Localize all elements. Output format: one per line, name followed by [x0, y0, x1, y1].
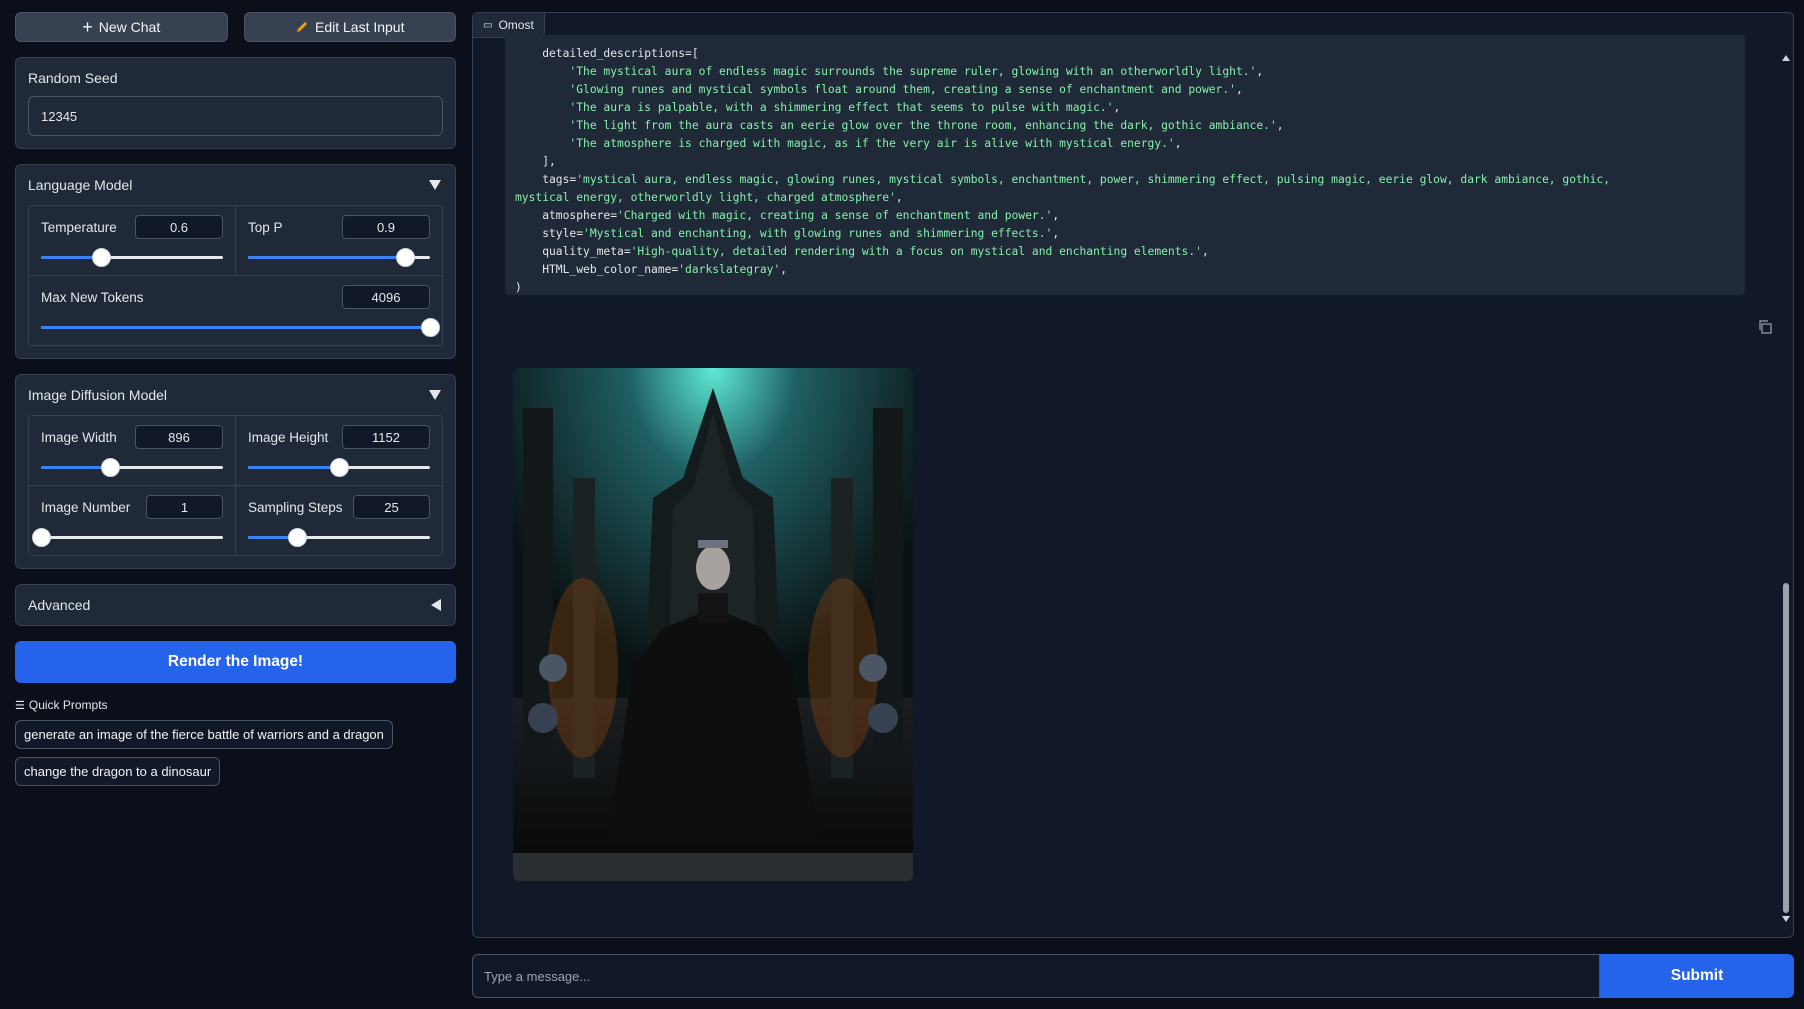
new-chat-label: New Chat — [98, 19, 161, 35]
max-new-tokens-slider-thumb[interactable] — [421, 318, 440, 337]
sampling-steps-slider-thumb[interactable] — [288, 528, 308, 547]
new-chat-button[interactable]: + New Chat — [15, 12, 228, 42]
chat-bubble-icon: ▭ — [483, 19, 493, 31]
scroll-down-icon[interactable] — [1782, 916, 1790, 922]
max-new-tokens-input[interactable]: 4096 — [342, 285, 430, 309]
image-number-label: Image Number — [41, 499, 131, 515]
expand-triangle-icon[interactable] — [431, 599, 441, 611]
code-key: style= — [515, 227, 584, 240]
temperature-value: 0.6 — [169, 219, 189, 235]
code-key: atmosphere= — [515, 209, 618, 222]
submit-button[interactable]: Submit — [1600, 954, 1794, 998]
code-string: 'Charged with magic, creating a sense of… — [617, 209, 1053, 222]
image-number-value: 1 — [180, 499, 189, 515]
image-diffusion-model-panel: Image Diffusion Model Image Width 896 Im… — [15, 374, 456, 569]
image-height-slider[interactable] — [248, 457, 430, 477]
code-string: 'mystical aura, endless magic, glowing r… — [515, 173, 1611, 204]
edit-last-input-button[interactable]: Edit Last Input — [243, 12, 456, 42]
top-p-slider[interactable] — [248, 247, 430, 267]
sampling-steps-input[interactable]: 25 — [353, 495, 430, 519]
code-line: detailed_descriptions=[ — [515, 47, 699, 60]
random-seed-input[interactable]: 12345 — [28, 96, 443, 136]
image-number-slider-thumb[interactable] — [32, 528, 51, 547]
code-key: HTML_web_color_name= — [515, 263, 679, 276]
top-p-value: 0.9 — [376, 219, 396, 235]
quick-prompts-label: Quick Prompts — [28, 698, 108, 712]
code-string: 'The aura is palpable, with a shimmering… — [569, 101, 1114, 114]
message-input[interactable]: Type a message... — [472, 954, 1600, 998]
code-line: ], — [515, 155, 556, 168]
language-model-header[interactable]: Language Model — [28, 177, 443, 193]
image-width-slider[interactable] — [41, 457, 223, 477]
random-seed-value: 12345 — [41, 108, 78, 124]
code-string: 'darkslategray' — [678, 263, 781, 276]
code-string: 'Mystical and enchanting, with glowing r… — [583, 227, 1053, 240]
code-block: detailed_descriptions=[ 'The mystical au… — [505, 35, 1745, 295]
sampling-steps-value: 25 — [384, 499, 399, 515]
sampling-steps-slider[interactable] — [248, 527, 430, 547]
sampling-steps-label: Sampling Steps — [248, 499, 343, 515]
code-string: 'Glowing runes and mystical symbols floa… — [569, 83, 1236, 96]
language-model-title: Language Model — [28, 177, 133, 193]
code-key: quality_meta= — [515, 245, 631, 258]
scroll-thumb[interactable] — [1783, 583, 1789, 913]
top-p-slider-thumb[interactable] — [395, 248, 415, 267]
code-string: 'High-quality, detailed rendering with a… — [630, 245, 1202, 258]
image-height-slider-thumb[interactable] — [330, 458, 349, 477]
chat-scrollbar[interactable] — [1779, 43, 1793, 937]
generated-image[interactable] — [513, 368, 913, 881]
image-number-slider[interactable] — [32, 527, 223, 547]
code-string: 'The atmosphere is charged with magic, a… — [569, 137, 1175, 150]
image-height-value: 1152 — [372, 429, 400, 445]
max-new-tokens-value: 4096 — [371, 289, 401, 305]
max-new-tokens-label: Max New Tokens — [41, 289, 144, 305]
collapse-triangle-icon[interactable] — [429, 390, 441, 400]
max-new-tokens-slider[interactable] — [41, 317, 440, 337]
render-image-label: Render the Image! — [167, 653, 304, 670]
code-string: 'The light from the aura casts an eerie … — [569, 119, 1277, 132]
quick-prompt-item[interactable]: change the dragon to a dinosaur — [15, 757, 221, 786]
quick-prompt-item[interactable]: generate an image of the fierce battle o… — [15, 720, 393, 749]
code-string: 'The mystical aura of endless magic surr… — [569, 65, 1257, 78]
pencil-icon — [296, 22, 307, 32]
image-width-slider-thumb[interactable] — [101, 458, 121, 477]
image-diffusion-model-header[interactable]: Image Diffusion Model — [28, 387, 443, 403]
chatbot-tag-text: Omost — [498, 18, 534, 32]
message-input-placeholder: Type a message... — [484, 968, 591, 984]
image-diffusion-model-title: Image Diffusion Model — [28, 387, 168, 403]
random-seed-panel: Random Seed 12345 — [15, 57, 456, 149]
code-key: tags= — [515, 173, 577, 186]
plus-icon: + — [82, 17, 93, 37]
temperature-label: Temperature — [41, 219, 117, 235]
quick-prompts-header: ☰ Quick Prompts — [15, 698, 456, 712]
edit-last-label: Edit Last Input — [314, 19, 405, 35]
temperature-slider[interactable] — [41, 247, 223, 267]
random-seed-label: Random Seed — [28, 70, 118, 86]
advanced-title: Advanced — [28, 597, 91, 613]
list-icon: ☰ — [15, 699, 25, 712]
top-p-label: Top P — [248, 219, 283, 235]
image-height-input[interactable]: 1152 — [342, 425, 430, 449]
left-sidebar: + New Chat Edit Last Input Random Seed 1… — [15, 12, 456, 786]
code-line: ) — [515, 281, 522, 294]
image-width-input[interactable]: 896 — [135, 425, 223, 449]
advanced-panel[interactable]: Advanced — [15, 584, 456, 626]
submit-label: Submit — [1670, 967, 1724, 984]
chatbot-panel: ▭ Omost detailed_descriptions=[ 'The mys… — [472, 12, 1794, 938]
render-image-button[interactable]: Render the Image! — [15, 641, 456, 683]
top-p-input[interactable]: 0.9 — [342, 215, 430, 239]
image-height-label: Image Height — [248, 429, 329, 445]
temperature-input[interactable]: 0.6 — [135, 215, 223, 239]
image-number-input[interactable]: 1 — [146, 495, 223, 519]
scroll-up-icon[interactable] — [1782, 55, 1790, 61]
language-model-panel: Language Model Temperature 0.6 Top P 0.9 — [15, 164, 456, 359]
dark-throne-illustration — [513, 368, 913, 881]
temperature-slider-thumb[interactable] — [92, 248, 112, 267]
image-width-value: 896 — [168, 429, 190, 445]
image-width-label: Image Width — [41, 429, 117, 445]
collapse-triangle-icon[interactable] — [429, 180, 441, 190]
copy-icon[interactable] — [1757, 319, 1773, 335]
